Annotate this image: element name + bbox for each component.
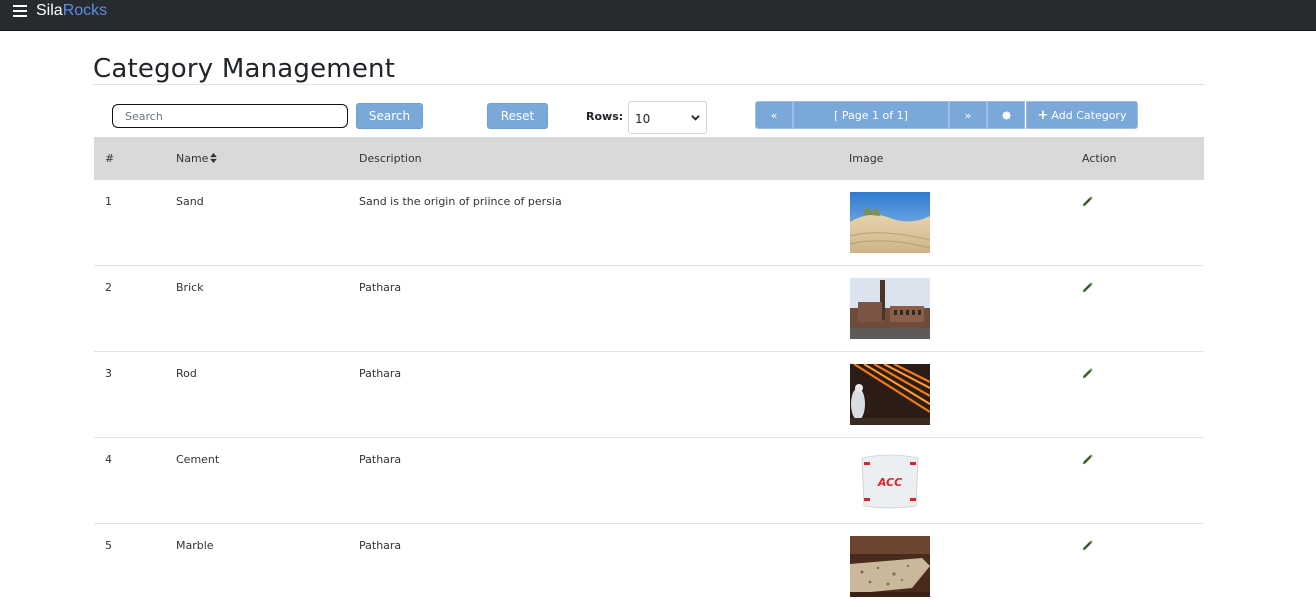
settings-button[interactable] (987, 101, 1025, 129)
top-navbar: SilaRocks (0, 0, 1316, 31)
column-header-action: Action (1082, 152, 1117, 165)
add-category-button[interactable]: + Add Category (1026, 101, 1138, 129)
brick-factory-photo (850, 278, 930, 339)
add-category-label: Add Category (1051, 108, 1127, 122)
column-header-description: Description (359, 152, 422, 165)
row-description: Pathara (359, 453, 402, 466)
column-header-number: # (105, 152, 115, 165)
table-row: 4 Cement Pathara ACC (94, 438, 1204, 524)
hamburger-icon[interactable] (13, 5, 27, 17)
row-name: Rod (176, 367, 197, 380)
row-description: Pathara (359, 281, 402, 294)
page-title: Category Management (93, 54, 396, 84)
column-header-image: Image (849, 152, 884, 165)
pencil-icon[interactable] (1082, 196, 1093, 207)
pager-page-info: [ Page 1 of 1] (793, 101, 949, 129)
search-button[interactable]: Search (356, 103, 423, 129)
plus-icon: + (1037, 107, 1049, 123)
row-name: Marble (176, 539, 214, 552)
row-number: 1 (105, 195, 112, 208)
title-divider (93, 84, 1205, 85)
sand-dune-photo (850, 192, 930, 253)
pencil-icon[interactable] (1082, 282, 1093, 293)
table-row: 5 Marble Pathara (94, 524, 1204, 607)
table-row: 1 Sand Sand is the origin of priince of … (94, 180, 1204, 266)
row-description: Sand is the origin of priince of persia (359, 195, 562, 208)
rows-select-value: 10 (635, 112, 651, 126)
brand-part-1: Sila (36, 2, 63, 19)
pencil-icon[interactable] (1082, 454, 1093, 465)
chevron-down-icon (691, 115, 700, 121)
search-input[interactable] (112, 104, 348, 128)
row-name: Brick (176, 281, 204, 294)
row-name: Sand (176, 195, 204, 208)
row-description: Pathara (359, 367, 402, 380)
marble-kitchen-photo (850, 536, 930, 597)
column-header-name[interactable]: Name (176, 152, 218, 165)
steel-rod-mill-photo (850, 364, 930, 425)
rows-per-page-select[interactable]: 10 (628, 101, 707, 134)
pencil-icon[interactable] (1082, 540, 1093, 551)
pencil-icon[interactable] (1082, 368, 1093, 379)
sort-icon (210, 153, 218, 163)
rows-label: Rows: (586, 110, 624, 123)
acc-cement-bag-photo: ACC (850, 450, 930, 511)
brand-logo[interactable]: SilaRocks (36, 1, 107, 21)
gear-icon (1001, 110, 1011, 120)
row-description: Pathara (359, 539, 402, 552)
row-number: 5 (105, 539, 112, 552)
row-number: 2 (105, 281, 112, 294)
reset-button[interactable]: Reset (487, 103, 548, 129)
pager-first-button[interactable]: « (755, 101, 793, 129)
svg-text:ACC: ACC (877, 476, 902, 489)
table-row: 3 Rod Pathara (94, 352, 1204, 438)
row-name: Cement (176, 453, 220, 466)
row-number: 4 (105, 453, 112, 466)
table-header: # Name Description Image Action (94, 137, 1204, 180)
brand-part-2: Rocks (62, 2, 108, 19)
table-row: 2 Brick Pathara (94, 266, 1204, 352)
row-number: 3 (105, 367, 112, 380)
pager-next-button[interactable]: » (949, 101, 987, 129)
column-header-name-label: Name (176, 152, 209, 165)
